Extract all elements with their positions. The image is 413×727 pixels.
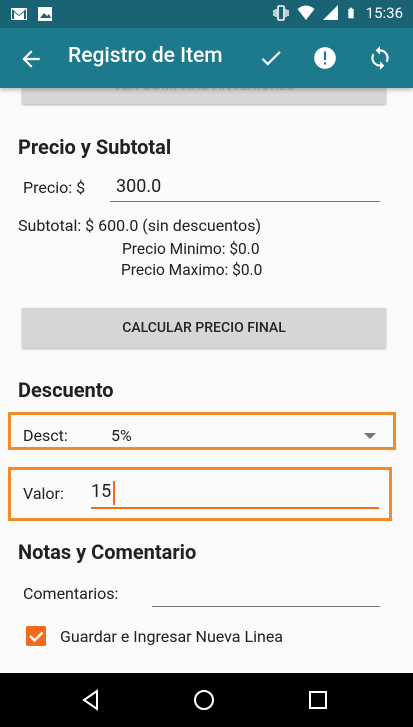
subtotal-text: Subtotal: $ 600.0 (sin descuentos) xyxy=(18,216,262,235)
comentarios-input-underline xyxy=(152,606,380,607)
precio-section-title: Precio y Subtotal xyxy=(18,135,172,159)
gmail-icon xyxy=(11,8,27,20)
status-bar: 15:36 xyxy=(0,0,413,28)
app-toolbar: Registro de Item xyxy=(0,28,413,88)
status-time: 15:36 xyxy=(365,4,403,22)
guardar-checkbox[interactable] xyxy=(26,626,46,646)
precio-minimo-text: Precio Minimo: $0.0 xyxy=(122,240,260,258)
precio-label: Precio: $ xyxy=(23,178,86,197)
form-content: VER COMPRAS ANTERIORES Precio y Subtotal… xyxy=(0,88,413,673)
vibrate-icon xyxy=(272,5,289,21)
calcular-precio-button[interactable]: CALCULAR PRECIO FINAL xyxy=(22,308,386,348)
desct-dropdown[interactable]: 5% xyxy=(111,426,132,445)
signal-icon xyxy=(322,5,338,20)
text-cursor xyxy=(113,481,115,505)
valor-input-underline xyxy=(91,507,379,509)
toolbar-title: Registro de Item xyxy=(68,44,223,68)
valor-input[interactable]: 15 xyxy=(91,481,111,502)
battery-icon xyxy=(347,7,354,19)
checkmark-icon xyxy=(29,631,44,643)
precio-maximo-text: Precio Maximo: $0.0 xyxy=(121,261,263,279)
dropdown-arrow-icon[interactable] xyxy=(364,433,376,439)
image-icon xyxy=(38,7,52,21)
valor-highlight xyxy=(8,467,392,521)
ver-compras-button[interactable]: VER COMPRAS ANTERIORES xyxy=(22,88,386,104)
precio-input[interactable]: 300.0 xyxy=(116,176,161,197)
desct-label: Desct: xyxy=(23,426,68,445)
notas-section-title: Notas y Comentario xyxy=(18,540,197,564)
navigation-bar xyxy=(0,673,413,727)
check-icon[interactable] xyxy=(258,45,284,71)
precio-input-underline xyxy=(110,201,380,202)
guardar-checkbox-label[interactable]: Guardar e Ingresar Nueva Linea xyxy=(60,627,283,646)
wifi-icon xyxy=(297,5,315,20)
valor-label: Valor: xyxy=(23,484,64,503)
nav-back-icon[interactable] xyxy=(79,688,103,712)
descuento-section-title: Descuento xyxy=(18,378,114,402)
back-arrow-icon[interactable] xyxy=(18,46,44,72)
comentarios-label: Comentarios: xyxy=(23,584,119,603)
nav-home-icon[interactable] xyxy=(192,688,216,712)
sync-icon[interactable] xyxy=(367,45,393,71)
alert-icon[interactable] xyxy=(312,45,338,71)
nav-recents-icon[interactable] xyxy=(306,688,330,712)
